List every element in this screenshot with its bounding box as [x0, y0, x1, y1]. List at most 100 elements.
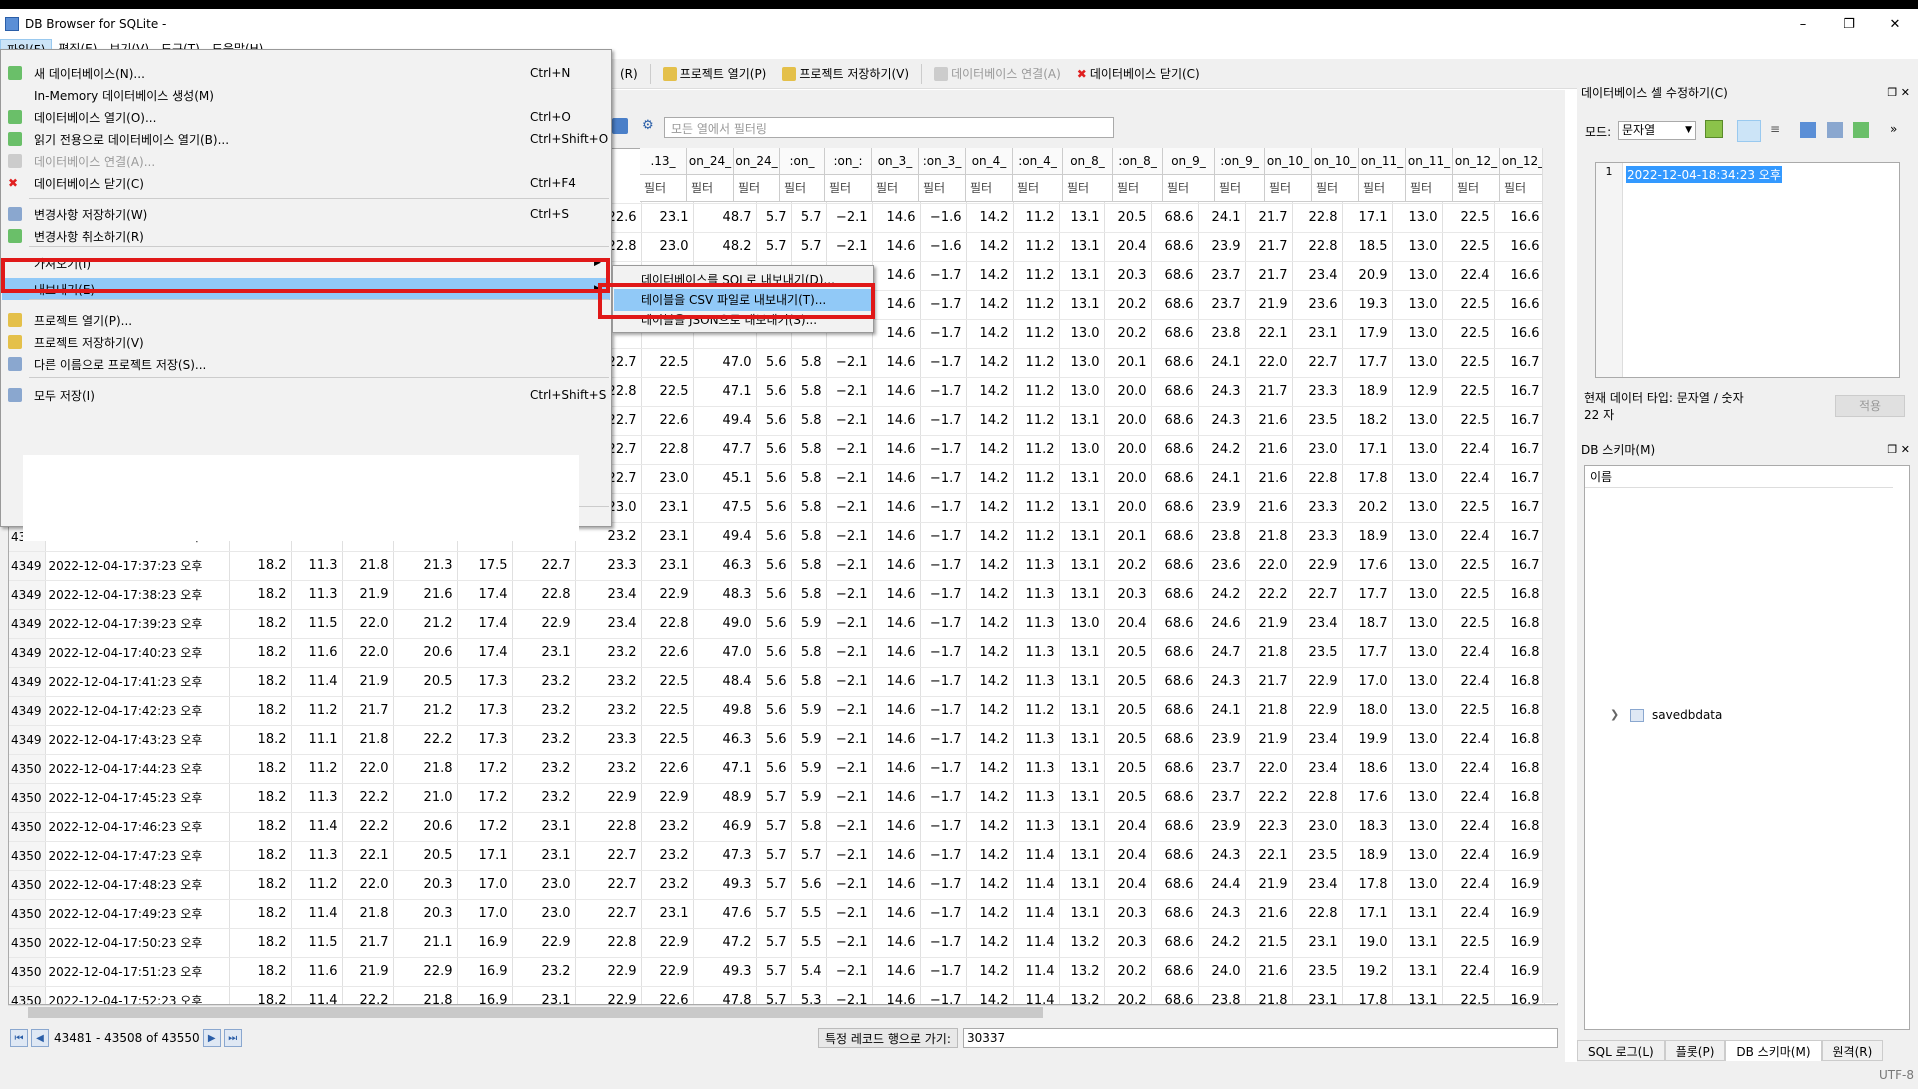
- grid-cell[interactable]: 13.0: [1059, 377, 1105, 407]
- grid-cell[interactable]: 14.6: [872, 435, 921, 465]
- grid-cell[interactable]: −2.1: [826, 232, 873, 262]
- column-header[interactable]: on_3_: [872, 148, 919, 175]
- grid-cell[interactable]: 18.0: [1342, 696, 1393, 726]
- column-filter-input[interactable]: 필터: [734, 175, 780, 202]
- grid-cell[interactable]: 5.6: [756, 348, 792, 378]
- last-record-icon[interactable]: ⏭: [223, 1029, 242, 1047]
- column-filter-input[interactable]: 필터: [1453, 175, 1500, 202]
- datetime-cell[interactable]: 2022-12-04-17:41:23 오후: [45, 667, 230, 697]
- goto-record-button[interactable]: 특정 레코드 행으로 가기:: [818, 1028, 958, 1048]
- grid-cell[interactable]: 22.9: [641, 580, 694, 610]
- grid-cell[interactable]: 18.3: [1342, 812, 1393, 842]
- grid-cell[interactable]: 47.8: [693, 986, 757, 1004]
- grid-cell[interactable]: 13.1: [1059, 812, 1105, 842]
- table-row[interactable]: 4350 2022-12-04-17:51:23 오후 18.2 11.6 21.9 22…: [9, 957, 1545, 987]
- grid-cell[interactable]: 11.3: [291, 580, 343, 610]
- grid-cell[interactable]: 17.8: [1342, 464, 1393, 494]
- grid-cell[interactable]: 14.2: [966, 522, 1014, 552]
- grid-cell[interactable]: 23.5: [1292, 406, 1343, 436]
- grid-cell[interactable]: 20.1: [1104, 348, 1152, 378]
- grid-cell[interactable]: −2.1: [826, 841, 873, 871]
- grid-cell[interactable]: 5.6: [756, 493, 792, 523]
- grid-cell[interactable]: 16.6: [1494, 319, 1545, 349]
- grid-cell[interactable]: 22.4: [1442, 638, 1495, 668]
- grid-cell[interactable]: 5.8: [791, 667, 827, 697]
- toolbar-partial-button[interactable]: (R): [612, 61, 646, 87]
- grid-cell[interactable]: 23.8: [1198, 986, 1246, 1004]
- grid-cell[interactable]: 20.1: [1104, 522, 1152, 552]
- grid-cell[interactable]: 17.7: [1342, 348, 1393, 378]
- grid-cell[interactable]: 14.2: [966, 667, 1014, 697]
- grid-cell[interactable]: 21.6: [1245, 899, 1293, 929]
- grid-cell[interactable]: 47.0: [693, 348, 757, 378]
- grid-cell[interactable]: 24.1: [1198, 348, 1246, 378]
- grid-cell[interactable]: 23.9: [1198, 812, 1246, 842]
- menu-item-1[interactable]: 새 데이터베이스(N)... Ctrl+N: [2, 62, 610, 84]
- table-row[interactable]: 4349 2022-12-04-17:43:23 오후 18.2 11.1 21.8 22…: [9, 725, 1545, 755]
- grid-cell[interactable]: 14.6: [872, 203, 921, 233]
- column-filter-input[interactable]: 필터: [687, 175, 734, 202]
- grid-cell[interactable]: 22.5: [641, 696, 694, 726]
- grid-cell[interactable]: 20.3: [1104, 580, 1152, 610]
- grid-cell[interactable]: 24.2: [1198, 928, 1246, 958]
- grid-cell[interactable]: 20.0: [1104, 493, 1152, 523]
- grid-cell[interactable]: 5.9: [791, 783, 827, 813]
- grid-cell[interactable]: 14.6: [872, 580, 921, 610]
- grid-cell[interactable]: 21.6: [1245, 435, 1293, 465]
- grid-cell[interactable]: 23.8: [1198, 522, 1246, 552]
- grid-cell[interactable]: 24.0: [1198, 957, 1246, 987]
- open-project-button[interactable]: 프로젝트 열기(P): [655, 61, 775, 87]
- grid-cell[interactable]: 14.6: [872, 899, 921, 929]
- grid-cell[interactable]: 21.8: [393, 986, 458, 1004]
- grid-cell[interactable]: 22.4: [1442, 261, 1495, 291]
- grid-cell[interactable]: 5.7: [791, 841, 827, 871]
- grid-cell[interactable]: 11.2: [1013, 290, 1060, 320]
- grid-cell[interactable]: −1.7: [920, 696, 967, 726]
- grid-cell[interactable]: 68.6: [1151, 464, 1199, 494]
- grid-cell[interactable]: 13.1: [1059, 725, 1105, 755]
- grid-cell[interactable]: 14.2: [966, 261, 1014, 291]
- table-row[interactable]: 4350 2022-12-04-17:49:23 오후 18.2 11.4 21.8 20…: [9, 899, 1545, 929]
- grid-cell[interactable]: 23.2: [512, 754, 576, 784]
- datetime-cell[interactable]: 2022-12-04-17:49:23 오후: [45, 899, 230, 929]
- grid-cell[interactable]: 20.4: [1104, 812, 1152, 842]
- grid-cell[interactable]: 22.6: [641, 754, 694, 784]
- grid-cell[interactable]: 5.8: [791, 348, 827, 378]
- grid-cell[interactable]: 21.8: [342, 725, 394, 755]
- datetime-cell[interactable]: 2022-12-04-17:38:23 오후: [45, 580, 230, 610]
- grid-cell[interactable]: 13.0: [1392, 348, 1443, 378]
- grid-cell[interactable]: 5.8: [791, 464, 827, 494]
- grid-cell[interactable]: 17.8: [1342, 986, 1393, 1004]
- grid-cell[interactable]: 11.2: [1013, 319, 1060, 349]
- grid-cell[interactable]: −1.7: [920, 870, 967, 900]
- menu-item-3[interactable]: 데이터베이스 열기(O)... Ctrl+O: [2, 106, 610, 128]
- grid-cell[interactable]: 14.2: [966, 203, 1014, 233]
- grid-cell[interactable]: 11.6: [291, 957, 343, 987]
- grid-cell[interactable]: 11.4: [1013, 841, 1060, 871]
- grid-cell[interactable]: 5.7: [756, 928, 792, 958]
- grid-cell[interactable]: 13.0: [1392, 261, 1443, 291]
- grid-cell[interactable]: 20.5: [393, 841, 458, 871]
- grid-cell[interactable]: 22.4: [1442, 725, 1495, 755]
- datetime-cell[interactable]: 2022-12-04-17:51:23 오후: [45, 957, 230, 987]
- grid-cell[interactable]: −1.7: [920, 551, 967, 581]
- grid-cell[interactable]: 21.9: [342, 580, 394, 610]
- grid-cell[interactable]: 49.4: [693, 522, 757, 552]
- grid-cell[interactable]: −1.7: [920, 899, 967, 929]
- grid-cell[interactable]: 13.1: [1059, 696, 1105, 726]
- grid-cell[interactable]: 16.7: [1494, 522, 1545, 552]
- grid-cell[interactable]: 48.4: [693, 667, 757, 697]
- grid-cell[interactable]: 13.1: [1059, 522, 1105, 552]
- grid-cell[interactable]: 22.5: [1442, 551, 1495, 581]
- grid-cell[interactable]: 11.2: [291, 754, 343, 784]
- grid-cell[interactable]: 22.7: [512, 551, 576, 581]
- grid-cell[interactable]: 5.6: [756, 522, 792, 552]
- column-filter-input[interactable]: 필터: [1312, 175, 1359, 202]
- grid-cell[interactable]: 18.2: [229, 638, 292, 668]
- grid-cell[interactable]: 48.2: [693, 232, 757, 262]
- column-header[interactable]: :on_4_: [1013, 148, 1063, 175]
- restore-icon[interactable]: ❐: [1826, 9, 1872, 39]
- grid-cell[interactable]: 23.2: [512, 696, 576, 726]
- grid-cell[interactable]: −1.6: [920, 232, 967, 262]
- column-header[interactable]: on_24_: [734, 148, 780, 175]
